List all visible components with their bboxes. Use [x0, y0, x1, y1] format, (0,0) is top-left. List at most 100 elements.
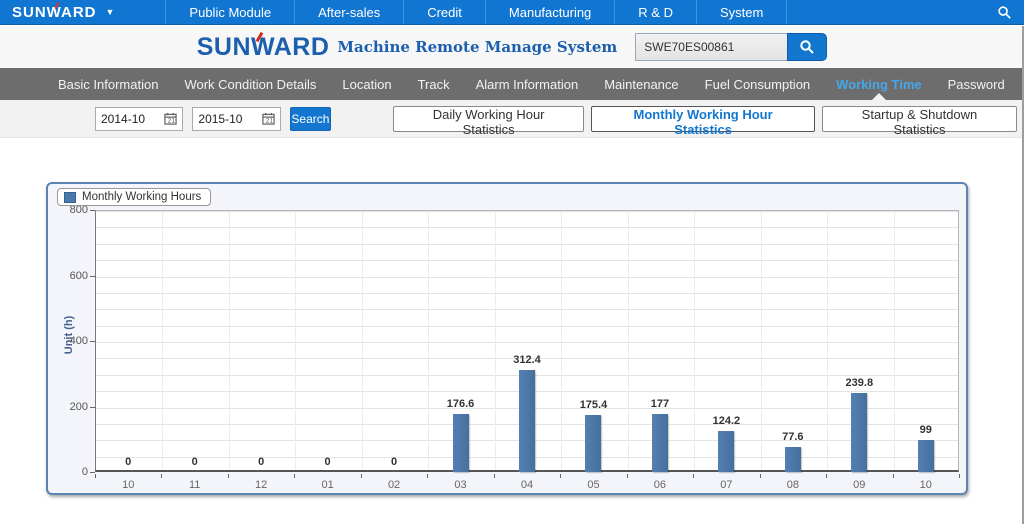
- bar-value-label: 0: [303, 456, 353, 468]
- date-from-value: 2014-10: [101, 112, 145, 126]
- nav-item-working-time[interactable]: Working Time: [823, 68, 934, 100]
- topmenu-item-manufacturing[interactable]: Manufacturing: [485, 0, 614, 24]
- svg-text:21: 21: [168, 118, 176, 125]
- bar-value-label: 239.8: [834, 377, 884, 389]
- machine-search-button[interactable]: [787, 33, 827, 61]
- gridline: [96, 309, 958, 310]
- top-menu: Public Module After-sales Credit Manufac…: [165, 0, 787, 24]
- machine-search-box: [635, 33, 827, 61]
- brand-menu[interactable]: SUNWARD ▼: [0, 0, 125, 24]
- topmenu-item-rd[interactable]: R & D: [614, 0, 696, 24]
- y-tick-mark: [90, 210, 95, 211]
- gridline: [561, 211, 562, 470]
- topmenu-item-credit[interactable]: Credit: [403, 0, 485, 24]
- sunward-logo-text: SUNWARD: [197, 33, 330, 61]
- bar: [585, 415, 601, 472]
- topmenu-item-system[interactable]: System: [696, 0, 787, 24]
- gridline: [96, 326, 958, 327]
- nav-item-alarm-information[interactable]: Alarm Information: [463, 68, 592, 100]
- bar-value-label: 0: [170, 456, 220, 468]
- nav-item-location[interactable]: Location: [329, 68, 404, 100]
- y-tick-label: 600: [48, 270, 88, 282]
- filter-toolbar: 2014-10 21 2015-10 21 Search Daily Worki…: [0, 100, 1024, 138]
- top-menubar: SUNWARD ▼ Public Module After-sales Cred…: [0, 0, 1024, 25]
- date-to-field[interactable]: 2015-10 21: [192, 107, 280, 131]
- x-tick-label: 12: [236, 479, 286, 491]
- x-tick-mark: [826, 474, 827, 478]
- gridline: [694, 211, 695, 470]
- bar-value-label: 175.4: [568, 399, 618, 411]
- svg-text:21: 21: [266, 118, 274, 125]
- gridline: [362, 211, 363, 470]
- gridline: [96, 277, 958, 278]
- bar-value-label: 0: [236, 456, 286, 468]
- gridline: [827, 211, 828, 470]
- x-tick-label: 11: [170, 479, 220, 491]
- x-tick-mark: [959, 474, 960, 478]
- nav-item-basic-information[interactable]: Basic Information: [45, 68, 171, 100]
- search-button[interactable]: Search: [290, 107, 331, 131]
- x-tick-mark: [893, 474, 894, 478]
- bar: [918, 440, 934, 472]
- system-title: Machine Remote Manage System: [337, 38, 617, 56]
- y-tick-mark: [90, 276, 95, 277]
- x-tick-mark: [427, 474, 428, 478]
- gridline: [162, 211, 163, 470]
- x-tick-mark: [760, 474, 761, 478]
- bar-value-label: 0: [369, 456, 419, 468]
- bar: [652, 414, 668, 472]
- tab-monthly-working-hour-statistics[interactable]: Monthly Working Hour Statistics: [591, 106, 815, 132]
- nav-item-fuel-consumption[interactable]: Fuel Consumption: [692, 68, 824, 100]
- x-tick-mark: [693, 474, 694, 478]
- y-tick-label: 0: [48, 466, 88, 478]
- gridline: [628, 211, 629, 470]
- machine-search-input[interactable]: [635, 33, 787, 61]
- topmenu-item-public-module[interactable]: Public Module: [165, 0, 294, 24]
- y-tick-mark: [90, 472, 95, 473]
- bar: [519, 370, 535, 472]
- bar-value-label: 312.4: [502, 354, 552, 366]
- date-from-field[interactable]: 2014-10 21: [95, 107, 183, 131]
- tab-startup-shutdown-statistics[interactable]: Startup & Shutdown Statistics: [822, 106, 1017, 132]
- search-icon: [997, 5, 1012, 20]
- page: SUNWARD ▼ Public Module After-sales Cred…: [0, 0, 1024, 524]
- sunward-logo: SUNWARD: [197, 33, 330, 62]
- chart-legend: Monthly Working Hours: [57, 188, 211, 206]
- section-nav: Basic Information Work Condition Details…: [0, 68, 1024, 100]
- legend-swatch: [64, 192, 76, 203]
- y-tick-label: 200: [48, 401, 88, 413]
- bar: [851, 393, 867, 472]
- bar-value-label: 0: [103, 456, 153, 468]
- bar-value-label: 177: [635, 398, 685, 410]
- gridline: [96, 211, 958, 212]
- nav-item-work-condition-details[interactable]: Work Condition Details: [171, 68, 329, 100]
- nav-item-maintenance[interactable]: Maintenance: [591, 68, 691, 100]
- x-tick-mark: [294, 474, 295, 478]
- x-tick-label: 03: [436, 479, 486, 491]
- bar-value-label: 77.6: [768, 431, 818, 443]
- calendar-icon[interactable]: 21: [262, 112, 275, 125]
- nav-item-track[interactable]: Track: [405, 68, 463, 100]
- calendar-icon[interactable]: 21: [164, 112, 177, 125]
- bar: [718, 431, 734, 472]
- x-tick-mark: [95, 474, 96, 478]
- nav-item-password[interactable]: Password: [935, 68, 1018, 100]
- x-tick-label: 10: [901, 479, 951, 491]
- x-tick-mark: [361, 474, 362, 478]
- x-tick-mark: [560, 474, 561, 478]
- x-tick-label: 08: [768, 479, 818, 491]
- gridline: [894, 211, 895, 470]
- gridline: [96, 227, 958, 228]
- tab-daily-working-hour-statistics[interactable]: Daily Working Hour Statistics: [393, 106, 584, 132]
- date-to-value: 2015-10: [198, 112, 242, 126]
- chevron-down-icon: ▼: [106, 7, 116, 17]
- x-tick-mark: [494, 474, 495, 478]
- x-tick-label: 10: [103, 479, 153, 491]
- topmenu-item-after-sales[interactable]: After-sales: [294, 0, 403, 24]
- gridline: [96, 260, 958, 261]
- topbar-search-button[interactable]: [997, 0, 1024, 24]
- statistics-tabs: Daily Working Hour Statistics Monthly Wo…: [393, 106, 1024, 132]
- x-tick-mark: [627, 474, 628, 478]
- y-tick-mark: [90, 341, 95, 342]
- chart-panel: Monthly Working Hours Unit (h) 020040060…: [46, 182, 968, 495]
